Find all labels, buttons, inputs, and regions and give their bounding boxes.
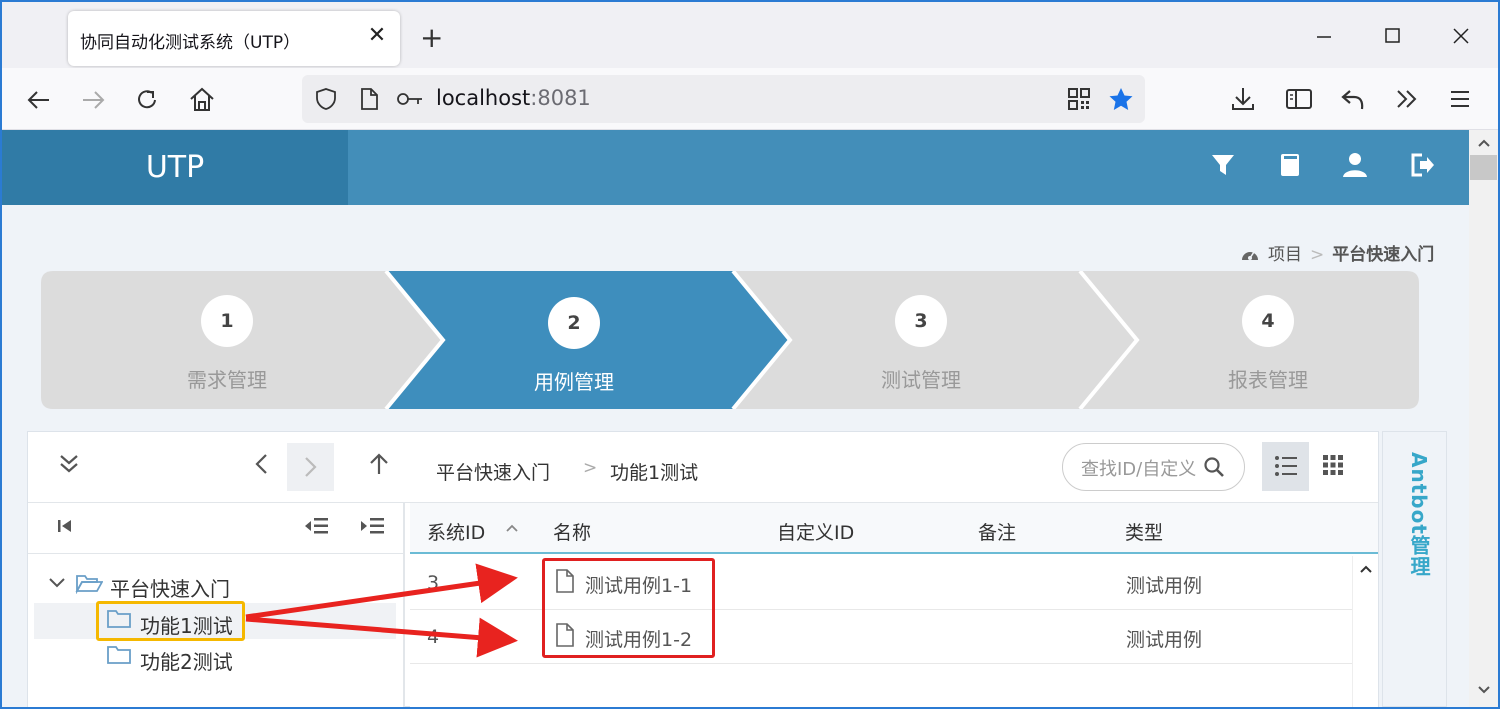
shield-icon[interactable] [314,87,338,111]
search-icon[interactable] [1203,456,1225,478]
tree-divider [28,553,405,554]
highlight-box-cases [542,558,715,658]
folder-icon [107,646,131,664]
grid-view-icon[interactable] [1322,454,1344,476]
cell-system-id: 3 [427,572,440,594]
grid-header-filler [1352,503,1378,554]
search-input[interactable]: 查找ID/自定义 [1062,443,1245,491]
nav-forward-button[interactable] [287,443,334,491]
tree-expand-chevron-icon[interactable] [48,576,66,590]
new-tab-button[interactable]: + [420,24,443,52]
filter-icon[interactable] [1209,151,1239,181]
search-placeholder: 查找ID/自定义 [1081,459,1197,480]
url-text[interactable]: localhost:8081 [436,86,591,110]
scroll-down-icon[interactable] [1477,685,1491,695]
download-icon[interactable] [1230,86,1256,112]
breadcrumb: 项目 > 平台快速入门 [1240,240,1434,265]
wizard-step-4-label[interactable]: 报表管理 [1168,364,1368,393]
page-icon [361,88,378,110]
antbot-label[interactable]: Antbot管理 [1405,452,1434,577]
tree-node-root[interactable]: 平台快速入门 [110,573,230,602]
folder-open-icon [75,575,103,594]
overflow-chevron-icon[interactable] [1395,88,1419,110]
nav-forward-icon [305,457,317,477]
tree-first-icon[interactable] [57,518,73,534]
reload-icon[interactable] [134,87,160,113]
grid-scroll-up-icon[interactable] [1359,564,1373,574]
grid-header [410,503,1352,554]
dashboard-icon [1242,251,1258,260]
browser-navbar: localhost:8081 [2,68,1498,130]
wizard-step-4-number[interactable]: 4 [1242,295,1294,347]
column-header-type[interactable]: 类型 [1125,518,1163,545]
wizard-step-3-label[interactable]: 测试管理 [821,364,1021,393]
scroll-up-icon[interactable] [1477,138,1491,148]
row-divider [410,663,1352,664]
path-segment-current[interactable]: 功能1测试 [610,458,698,485]
cell-type: 测试用例 [1126,575,1203,597]
minimize-icon[interactable] [1315,27,1333,45]
nav-back-icon[interactable] [253,452,269,476]
page-scroll-thumb[interactable] [1470,155,1497,180]
sort-asc-icon[interactable] [505,522,519,534]
list-view-icon [1275,456,1297,476]
wizard-step-1-number[interactable]: 1 [201,295,253,347]
wizard-step-1-label[interactable]: 需求管理 [127,364,327,393]
maximize-icon[interactable] [1384,27,1402,45]
cell-system-id: 4 [427,626,440,648]
cell-type: 测试用例 [1126,629,1203,651]
forward-icon[interactable] [80,88,106,112]
wizard-step-2-number[interactable]: 2 [548,297,600,349]
user-icon[interactable] [1342,151,1372,181]
path-separator: > [583,458,598,478]
back-icon[interactable] [26,88,52,112]
url-bar[interactable]: localhost:8081 [302,75,1145,123]
close-window-icon[interactable] [1452,27,1470,45]
indent-icon[interactable] [360,516,386,536]
browser-tabbar: 协同自动化测试系统（UTP） ✕ + [2,2,1498,68]
breadcrumb-separator: > [1310,245,1325,265]
outdent-icon[interactable] [304,516,330,536]
tab-title: 协同自动化测试系统（UTP） [80,33,301,53]
column-header-name[interactable]: 名称 [553,518,591,545]
column-header-remark[interactable]: 备注 [978,518,1016,545]
menu-icon[interactable] [1449,89,1471,109]
tab-close-icon[interactable]: ✕ [365,24,389,48]
book-icon[interactable] [1277,151,1307,181]
bookmark-star-icon[interactable] [1108,87,1134,111]
list-view-button[interactable] [1262,442,1309,491]
undo-icon[interactable] [1340,87,1366,111]
key-icon[interactable] [396,89,424,109]
column-header-system-id[interactable]: 系统ID [427,518,485,545]
breadcrumb-current: 平台快速入门 [1332,245,1435,265]
qr-code-icon[interactable] [1068,88,1090,110]
breadcrumb-root[interactable]: 项目 [1268,245,1302,265]
path-segment-root[interactable]: 平台快速入门 [436,458,550,485]
nav-up-icon[interactable] [368,452,390,476]
highlight-box-tree-node [96,601,245,641]
brand-logo[interactable]: UTP [2,130,348,205]
tree-node-child-2[interactable]: 功能2测试 [140,646,233,675]
grid-scrollbar[interactable] [1352,556,1378,707]
wizard-step-2-label[interactable]: 用例管理 [474,366,674,395]
home-icon[interactable] [188,86,216,114]
logout-icon[interactable] [1408,151,1438,181]
column-header-custom-id[interactable]: 自定义ID [777,518,854,545]
wizard-step-3-number[interactable]: 3 [895,295,947,347]
reader-view-icon[interactable] [1285,88,1313,110]
collapse-double-chevron-icon[interactable] [58,452,80,476]
browser-tab[interactable]: 协同自动化测试系统（UTP） ✕ [68,11,400,66]
app-header: UTP [2,130,1469,205]
page-scrollbar[interactable] [1469,130,1498,707]
